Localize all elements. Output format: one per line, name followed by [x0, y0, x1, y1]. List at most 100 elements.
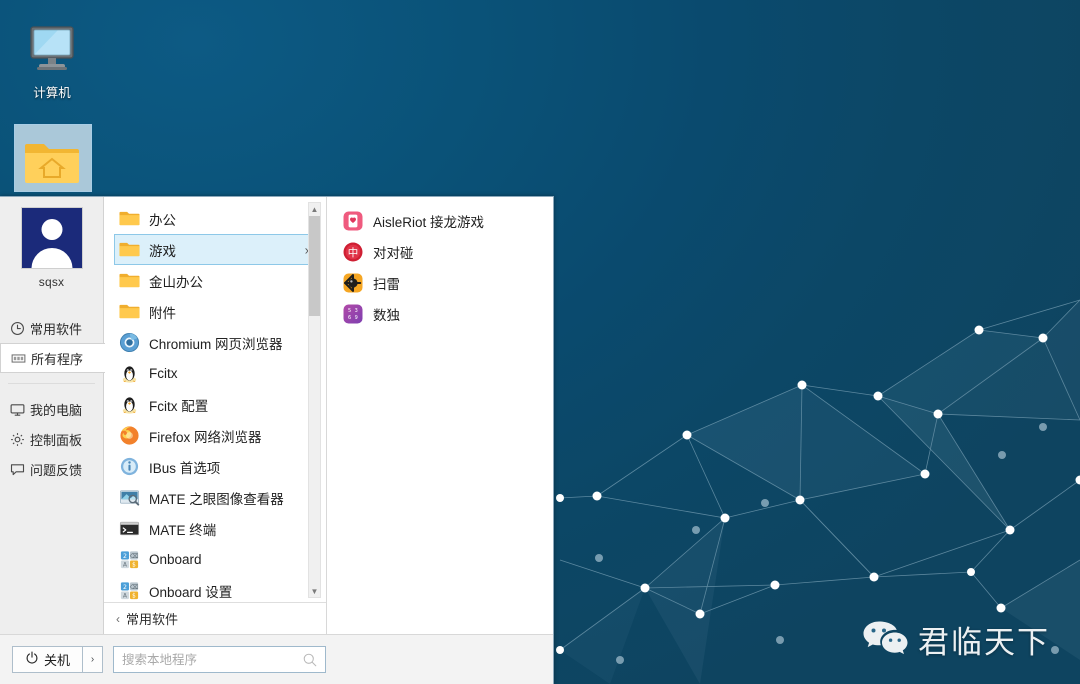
- chevron-left-icon: ‹: [116, 611, 120, 626]
- folder-icon: [119, 208, 140, 229]
- app-row-folder-accessories[interactable]: 附件: [114, 296, 318, 327]
- app-row-folder-office[interactable]: 办公: [114, 203, 318, 234]
- sidebar-item-feedback[interactable]: 问题反馈: [0, 454, 103, 484]
- sidebar-group-secondary: 我的电脑 控制面板 问题反馈: [0, 394, 103, 484]
- search-input[interactable]: [122, 652, 304, 667]
- submenu-item-mahjongg[interactable]: 中 对对碰: [327, 236, 553, 267]
- app-row-fcitx[interactable]: Fcitx: [114, 358, 318, 389]
- svg-text:A: A: [123, 563, 127, 569]
- app-row-label: MATE 终端: [149, 522, 217, 538]
- svg-text:⌫: ⌫: [130, 553, 139, 560]
- sidebar-item-label: 常用软件: [30, 321, 83, 337]
- app-row-onboard-settings[interactable]: 2 ⌫ A $ Onboard 设置: [114, 575, 318, 602]
- user-avatar-icon[interactable]: [20, 207, 83, 269]
- mines-icon: [343, 273, 363, 293]
- scrollbar-thumb[interactable]: [309, 216, 320, 316]
- search-box[interactable]: [113, 646, 327, 673]
- fcitx-penguin-icon: [119, 363, 140, 384]
- back-to-frequent-row[interactable]: ‹ 常用软件: [104, 602, 326, 634]
- power-off-label: 关机: [44, 653, 71, 668]
- sidebar-item-label: 控制面板: [30, 432, 83, 448]
- mahjongg-icon: 中: [343, 242, 363, 262]
- sidebar-divider: [8, 383, 95, 384]
- desktop: 计算机 君临天下 sqsx 常用软件 所有程序 我的电脑 控制面板 问题反馈 办…: [0, 0, 1080, 684]
- user-name: sqsx: [38, 275, 65, 289]
- power-icon: [25, 651, 39, 668]
- app-row-fcitx-config[interactable]: Fcitx 配置: [114, 389, 318, 420]
- sidebar-item-label: 我的电脑: [30, 402, 83, 418]
- sidebar-item-control-panel[interactable]: 控制面板: [0, 424, 103, 454]
- ibus-info-icon: [119, 456, 140, 477]
- app-row-label: Onboard: [149, 552, 202, 567]
- power-off-button[interactable]: 关机: [12, 646, 84, 673]
- monitor-icon: [10, 24, 94, 80]
- svg-text:2: 2: [123, 584, 127, 591]
- submenu-item-mines[interactable]: 扫雷: [327, 267, 553, 298]
- desktop-icon-computer[interactable]: 计算机: [10, 24, 94, 102]
- app-row-label: 游戏: [149, 243, 176, 259]
- sudoku-icon: 5369: [343, 304, 363, 324]
- watermark-text: 君临天下: [918, 625, 1050, 661]
- submenu-item-label: AisleRiot 接龙游戏: [373, 214, 485, 230]
- submenu-item-sudoku[interactable]: 5369 数独: [327, 298, 553, 329]
- onboard-keyboard-icon: 2 ⌫ A $: [119, 549, 140, 570]
- app-row-ibus-preferences[interactable]: IBus 首选项: [114, 451, 318, 482]
- submenu-item-label: 扫雷: [373, 276, 400, 292]
- grid-icon: [11, 351, 26, 366]
- folder-icon: [119, 270, 140, 291]
- firefox-icon: [119, 425, 140, 446]
- terminal-icon: [119, 518, 140, 539]
- monitor-icon: [10, 402, 25, 417]
- svg-text:$: $: [132, 594, 136, 600]
- user-block[interactable]: sqsx: [0, 197, 103, 293]
- scroll-up-arrow[interactable]: ▲: [309, 203, 320, 215]
- onboard-keyboard-icon: 2 ⌫ A $: [119, 580, 140, 601]
- app-row-firefox[interactable]: Firefox 网络浏览器: [114, 420, 318, 451]
- sidebar-item-label: 问题反馈: [30, 462, 83, 478]
- gear-icon: [10, 432, 25, 447]
- submenu-item-aisleriot[interactable]: AisleRiot 接龙游戏: [327, 205, 553, 236]
- wechat-icon: [862, 619, 908, 660]
- back-row-label: 常用软件: [126, 612, 179, 627]
- sidebar-item-frequent[interactable]: 常用软件: [0, 313, 103, 343]
- svg-text:5: 5: [348, 308, 351, 314]
- speech-bubble-icon: [10, 462, 25, 477]
- app-row-folder-kingsoft[interactable]: 金山办公: [114, 265, 318, 296]
- desktop-icon-home-folder[interactable]: [10, 124, 94, 202]
- aisleriot-card-icon: [343, 211, 363, 231]
- svg-text:⌫: ⌫: [130, 584, 139, 591]
- scroll-down-arrow[interactable]: ▼: [309, 585, 320, 597]
- home-folder-icon: [10, 128, 94, 184]
- svg-text:2: 2: [123, 553, 127, 560]
- start-menu: sqsx 常用软件 所有程序 我的电脑 控制面板 问题反馈 办公 游戏 › 金山…: [0, 196, 554, 684]
- sidebar-item-all-programs[interactable]: 所有程序: [0, 343, 105, 373]
- folder-icon: [119, 301, 140, 322]
- app-row-chromium[interactable]: Chromium 网页浏览器: [114, 327, 318, 358]
- app-row-eye-of-mate[interactable]: MATE 之眼图像查看器: [114, 482, 318, 513]
- app-row-label: 办公: [149, 212, 176, 228]
- app-row-label: MATE 之眼图像查看器: [149, 491, 284, 507]
- sidebar-item-label: 所有程序: [31, 351, 84, 367]
- app-list-scrollbar[interactable]: ▲ ▼: [308, 202, 321, 598]
- app-list[interactable]: 办公 游戏 › 金山办公 附件 Chromium 网页浏览器 Fcitx Fci…: [104, 197, 326, 602]
- svg-text:6: 6: [348, 315, 351, 321]
- power-options-button[interactable]: ›: [83, 646, 104, 673]
- search-icon: [303, 653, 317, 667]
- watermark: 君临天下: [862, 617, 1050, 662]
- app-row-mate-terminal[interactable]: MATE 终端: [114, 513, 318, 544]
- submenu-games: AisleRiot 接龙游戏 中 对对碰 扫雷 5369 数独: [327, 197, 553, 634]
- app-row-label: Onboard 设置: [149, 584, 233, 600]
- app-row-onboard[interactable]: 2 ⌫ A $ Onboard: [114, 544, 318, 575]
- app-row-label: Firefox 网络浏览器: [149, 429, 262, 445]
- start-menu-body: sqsx 常用软件 所有程序 我的电脑 控制面板 问题反馈 办公 游戏 › 金山…: [0, 197, 553, 634]
- start-menu-sidebar: sqsx 常用软件 所有程序 我的电脑 控制面板 问题反馈: [0, 197, 105, 634]
- chromium-icon: [119, 332, 140, 353]
- submenu-item-label: 数独: [373, 307, 400, 323]
- app-row-folder-games[interactable]: 游戏 ›: [114, 234, 318, 265]
- app-row-label: Fcitx: [149, 366, 178, 381]
- fcitx-penguin-icon: [119, 394, 140, 415]
- desktop-icon-label: 计算机: [33, 86, 71, 100]
- sidebar-item-my-computer[interactable]: 我的电脑: [0, 394, 103, 424]
- folder-icon: [119, 239, 140, 260]
- eye-of-mate-icon: [119, 487, 140, 508]
